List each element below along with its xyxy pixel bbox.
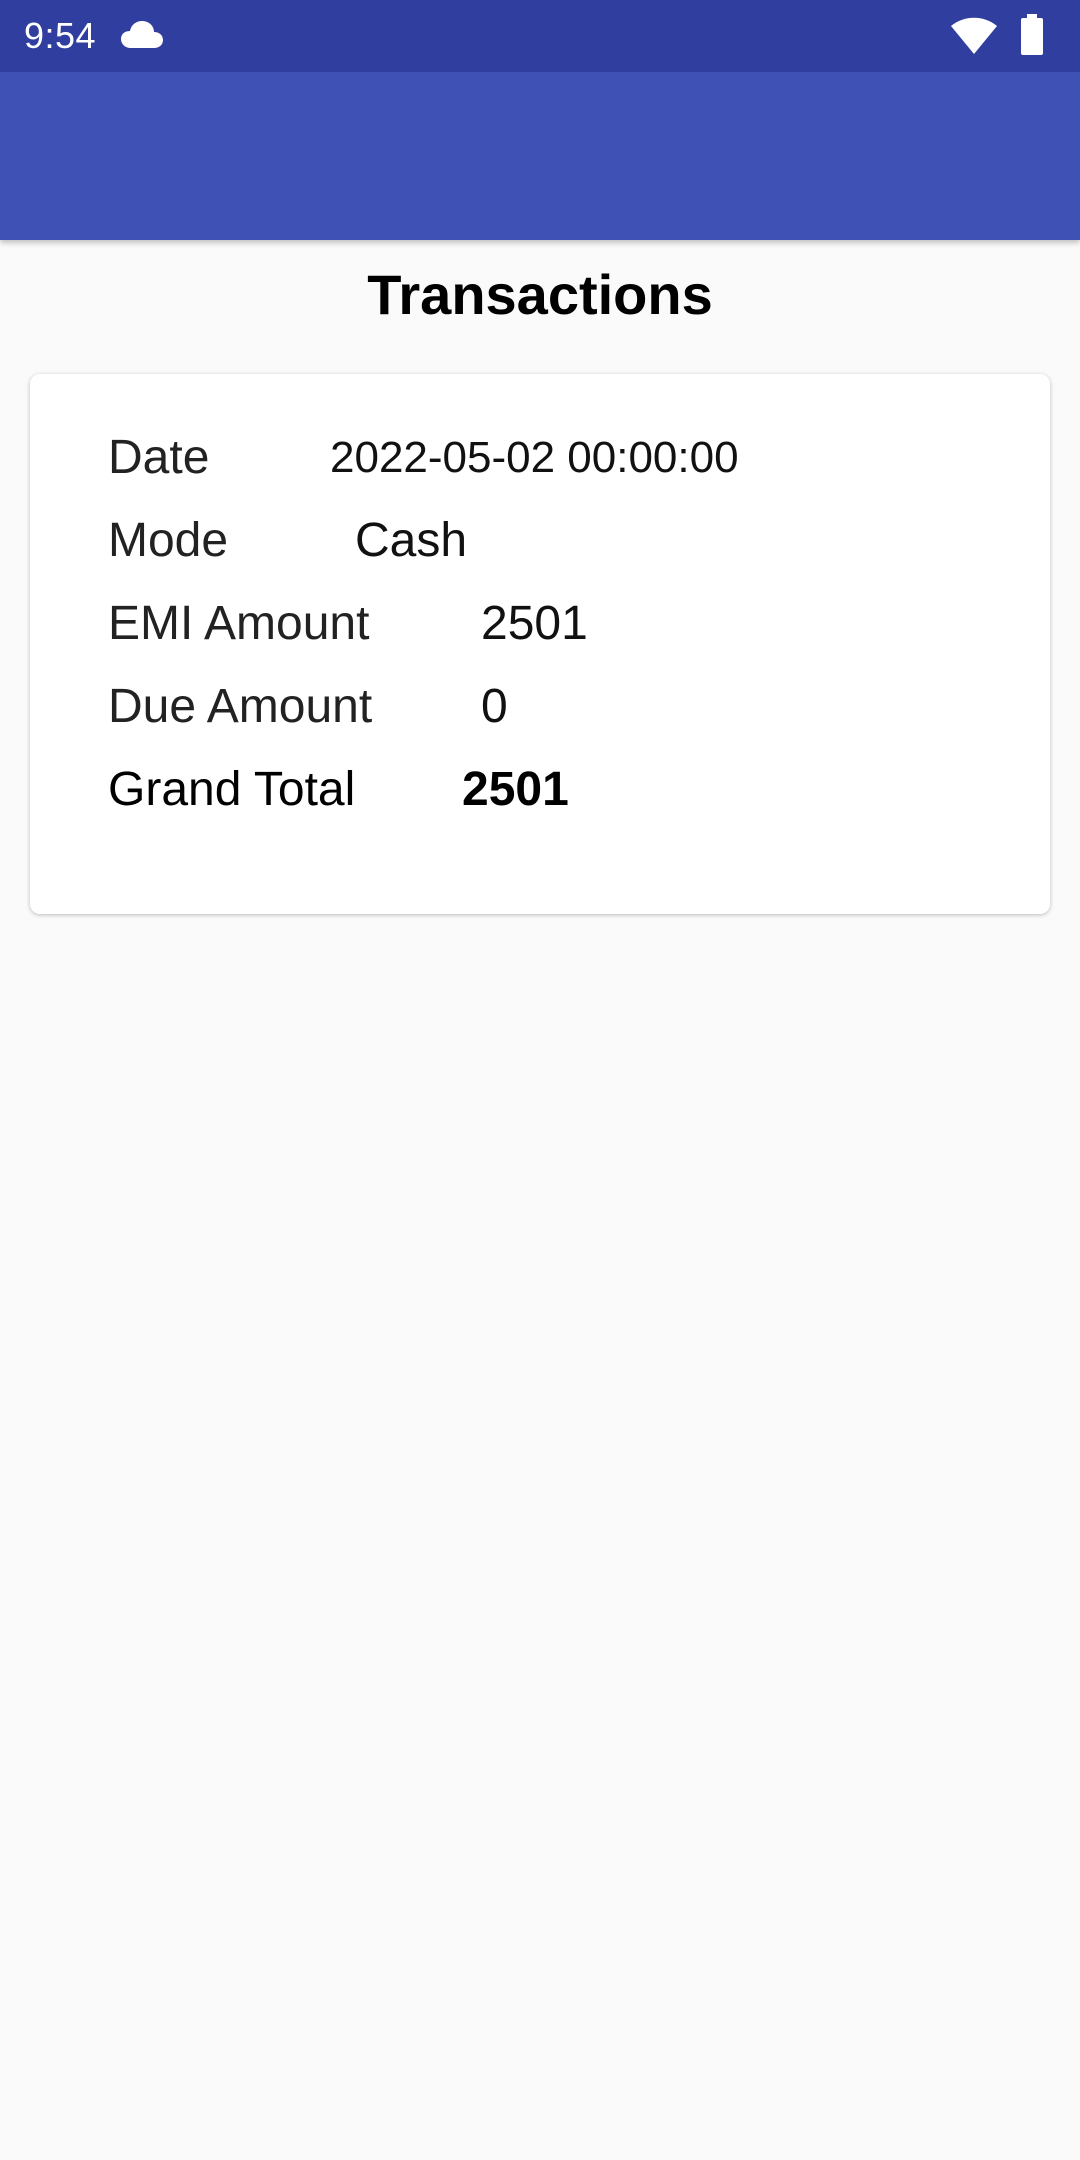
battery-icon [1018,14,1046,56]
wifi-icon [950,16,998,56]
page-title: Transactions [367,263,713,326]
cloud-icon [120,20,164,50]
due-amount-label: Due Amount [108,680,373,733]
emi-amount-value: 2501 [481,597,588,650]
grand-total-row: Grand Total 2501 [30,760,1050,820]
date-label: Date [108,431,210,484]
date-value: 2022-05-02 00:00:00 [330,433,739,482]
emi-amount-label: EMI Amount [108,597,370,650]
date-row: Date 2022-05-02 00:00:00 [30,428,1050,488]
due-amount-row: Due Amount 0 [30,677,1050,737]
due-amount-value: 0 [481,680,508,733]
status-time: 9:54 [24,15,97,56]
transaction-card: Date 2022-05-02 00:00:00 Mode Cash EMI A… [30,374,1050,914]
status-bar: 9:54 [0,0,1080,72]
mode-label: Mode [108,514,229,567]
app-bar [0,72,1080,240]
grand-total-value: 2501 [462,763,569,816]
mode-value: Cash [355,514,468,567]
grand-total-label: Grand Total [108,763,356,816]
emi-amount-row: EMI Amount 2501 [30,594,1050,654]
mode-row: Mode Cash [30,511,1050,571]
